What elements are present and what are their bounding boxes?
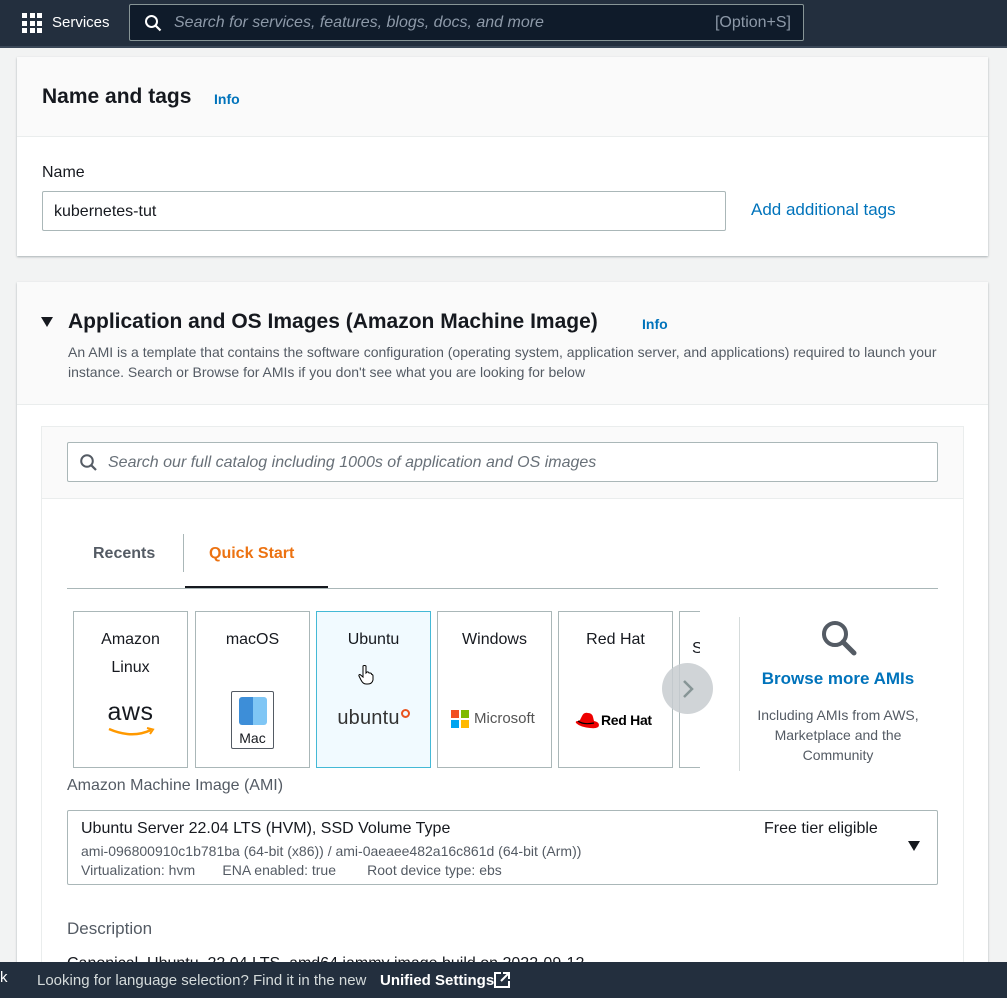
ami-ids: ami-096800910c1b781ba (64-bit (x86)) / a… [81,843,582,859]
ami-ena: ENA enabled: true [222,862,337,878]
red-hat-icon [575,712,599,729]
bottom-bar: k Looking for language selection? Find i… [0,962,1007,998]
name-input[interactable]: kubernetes-tut [42,191,726,231]
os-card-windows[interactable]: Windows Microsoft [437,611,552,768]
ubuntu-circle-icon [400,709,410,718]
search-icon [145,15,162,32]
language-message: Looking for language selection? Find it … [37,972,367,989]
panel-title: Name and tags [42,85,192,108]
ami-dropdown[interactable]: Ubuntu Server 22.04 LTS (HVM), SSD Volum… [67,810,938,885]
ubuntu-logo-text: ubuntu [337,707,400,729]
description-label: Description [67,919,153,938]
os-card-macos[interactable]: macOS Mac [195,611,310,768]
catalog-search-input[interactable]: Search our full catalog including 1000s … [67,442,938,482]
search-placeholder: Search for services, features, blogs, do… [174,14,544,31]
browse-description: Including AMIs from AWS, Marketplace and… [757,707,919,763]
cards-divider [739,617,740,771]
os-card-red-hat[interactable]: Red Hat Red Hat [558,611,673,768]
ubuntu-logo: ubuntu [317,707,430,730]
browse-more-amis-link[interactable]: Browse more AMIs [742,669,934,689]
microsoft-logo: Microsoft [451,709,541,729]
grid-icon[interactable] [22,13,42,33]
ami-panel: Application and OS Images (Amazon Machin… [17,282,988,986]
panel-description: An AMI is a template that contains the s… [68,344,937,380]
os-card-amazon-linux[interactable]: Amazon Linux aws [73,611,188,768]
microsoft-logo-text: Microsoft [474,710,535,727]
pointer-cursor-icon [358,665,374,685]
catalog-search-placeholder: Search our full catalog including 1000s … [108,454,597,471]
red-hat-logo-text: Red Hat [601,712,652,728]
ami-label: Amazon Machine Image (AMI) [67,777,284,794]
unified-settings-link[interactable]: Unified Settings [380,972,494,989]
tab-recents[interactable]: Recents [93,545,155,563]
search-shortcut: [Option+S] [714,14,791,31]
os-card-label: S [692,640,700,658]
external-link-icon[interactable] [493,971,511,989]
red-hat-logo: Red Hat [575,710,665,732]
name-input-value: kubernetes-tut [54,203,157,220]
caret-down-icon[interactable] [41,317,53,327]
ami-name: Ubuntu Server 22.04 LTS (HVM), SSD Volum… [81,820,451,837]
add-additional-tags-link[interactable]: Add additional tags [751,200,896,220]
os-card-label: macOS [225,631,280,648]
free-tier-badge: Free tier eligible [764,820,878,837]
top-navigation: Services Search for services, features, … [0,0,1007,46]
mac-logo: Mac [231,691,274,749]
os-card-label: Amazon Linux [101,631,160,676]
info-link[interactable]: Info [642,316,668,332]
aws-smile-icon [108,727,155,736]
panel-header: Name and tags Info [17,57,988,137]
tab-divider [183,534,184,572]
name-and-tags-panel: Name and tags Info Name kubernetes-tut A… [17,57,988,256]
info-link[interactable]: Info [214,91,240,107]
panel-title[interactable]: Application and OS Images (Amazon Machin… [68,310,598,334]
catalog-search-band: Search our full catalog including 1000s … [42,427,963,499]
tabs-divider [67,588,938,589]
chevron-right-icon [683,680,694,698]
os-card-ubuntu[interactable]: Ubuntu ubuntu [316,611,431,768]
os-card-label: Red Hat [586,631,645,648]
ami-selector-container: Search our full catalog including 1000s … [41,426,964,986]
global-search-input[interactable]: Search for services, features, blogs, do… [129,4,804,41]
caret-down-icon[interactable] [908,841,920,851]
windows-icon [451,710,469,728]
nav-divider [0,46,1007,48]
aws-logo: aws [107,698,154,726]
ami-root-device: Root device type: ebs [367,862,502,878]
finder-icon [239,697,267,725]
carousel-next-button[interactable] [662,663,713,714]
tab-quick-start[interactable]: Quick Start [209,545,294,563]
ami-meta: Virtualization: hvm ENA enabled: true Ro… [81,862,502,878]
ami-virtualization: Virtualization: hvm [81,862,196,878]
name-label: Name [42,164,85,181]
services-menu-button[interactable]: Services [52,14,110,31]
search-icon [80,454,97,471]
mac-logo-text: Mac [239,730,266,746]
magnifier-icon[interactable] [819,618,859,658]
os-card-label: Windows [462,631,527,648]
panel-header: Application and OS Images (Amazon Machin… [17,282,988,405]
bottom-bar-edge-text: k [0,969,8,986]
os-card-label: Ubuntu [347,631,400,648]
